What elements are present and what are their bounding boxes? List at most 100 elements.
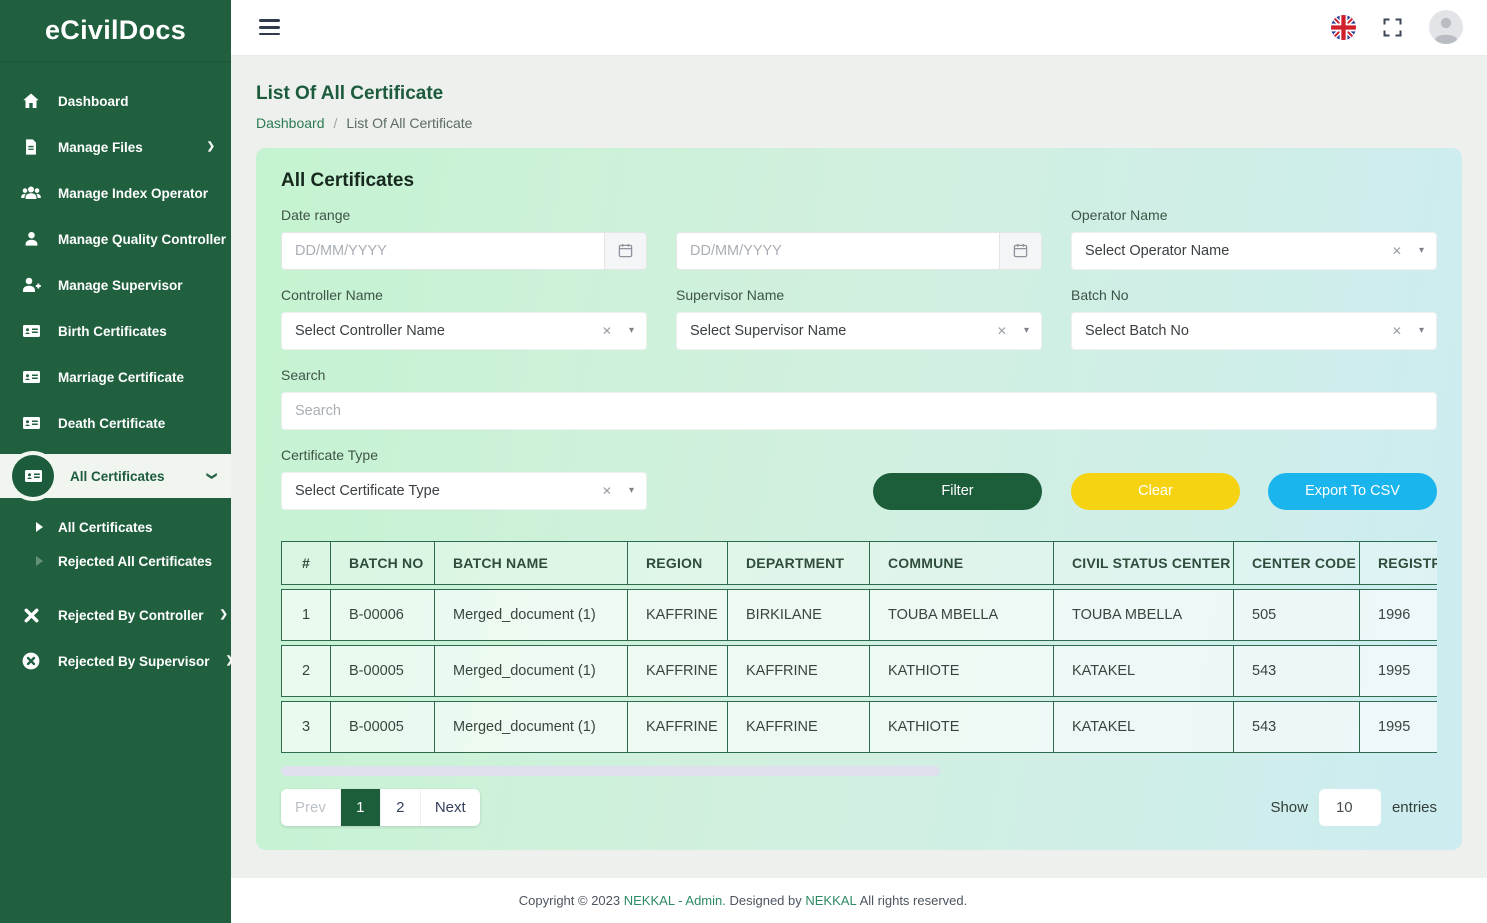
entries-label: entries — [1392, 799, 1437, 816]
pagination-page-2-button[interactable]: 2 — [381, 789, 421, 826]
table-row[interactable]: 3 B-00005 Merged_document (1) KAFFRINE K… — [281, 701, 1437, 753]
fullscreen-icon[interactable] — [1383, 18, 1402, 37]
topbar-actions — [1331, 10, 1463, 44]
table-row[interactable]: 2 B-00005 Merged_document (1) KAFFRINE K… — [281, 645, 1437, 697]
certificates-table-wrap: # BATCH NO BATCH NAME REGION DEPARTMENT … — [281, 537, 1437, 776]
date-from-field: Date range — [281, 207, 647, 270]
date-to-field — [676, 207, 1042, 270]
cell-commune: KATHIOTE — [870, 645, 1054, 697]
active-item-badge — [12, 455, 54, 497]
sidebar-item-birth-certificates[interactable]: Birth Certificates — [0, 308, 231, 354]
cell-civil-status-center: TOUBA MBELLA — [1054, 589, 1234, 641]
x-circle-icon — [20, 651, 42, 671]
dropdown-caret-icon[interactable]: ▾ — [1419, 245, 1424, 256]
clear-export-cell: Clear Export To CSV — [1071, 447, 1437, 510]
operator-name-select[interactable]: Select Operator Name ✕ ▾ — [1071, 232, 1437, 270]
sidebar-item-label: Rejected By Controller — [58, 608, 204, 623]
sidebar-item-label: Birth Certificates — [58, 324, 167, 339]
id-card-icon — [22, 466, 44, 486]
clear-button[interactable]: Clear — [1071, 473, 1240, 510]
col-header-batch-no: BATCH NO — [331, 541, 435, 585]
select-placeholder: Select Operator Name — [1085, 243, 1392, 259]
id-card-icon — [20, 321, 42, 341]
page-header: List Of All Certificate Dashboard / List… — [231, 56, 1487, 131]
cell-index: 1 — [281, 589, 331, 641]
certificate-type-select[interactable]: Select Certificate Type ✕ ▾ — [281, 472, 647, 510]
clear-selection-icon[interactable]: ✕ — [997, 324, 1007, 338]
main-area: List Of All Certificate Dashboard / List… — [231, 0, 1487, 923]
sidebar-item-manage-supervisor[interactable]: Manage Supervisor — [0, 262, 231, 308]
controller-name-select[interactable]: Select Controller Name ✕ ▾ — [281, 312, 647, 350]
sidebar-item-dashboard[interactable]: Dashboard — [0, 78, 231, 124]
cell-department: KAFFRINE — [728, 701, 870, 753]
id-card-icon — [20, 367, 42, 387]
entries-count-input[interactable] — [1319, 789, 1381, 826]
designed-by-text: Designed by — [726, 893, 806, 908]
sidebar-item-rejected-by-controller[interactable]: Rejected By Controller ❯ — [0, 592, 231, 638]
calendar-icon[interactable] — [999, 233, 1041, 269]
sidebar-item-marriage-certificate[interactable]: Marriage Certificate — [0, 354, 231, 400]
date-from-input[interactable] — [282, 233, 604, 269]
page-title: List Of All Certificate — [256, 83, 1462, 105]
arrow-right-icon — [36, 556, 43, 566]
cell-registry-year: 1996 — [1360, 589, 1437, 641]
footer: Copyright © 2023 NEKKAL - Admin. Designe… — [231, 878, 1487, 923]
language-flag-icon[interactable] — [1331, 15, 1356, 40]
date-to-input[interactable] — [677, 233, 999, 269]
select-placeholder: Select Supervisor Name — [690, 323, 997, 339]
supervisor-name-select[interactable]: Select Supervisor Name ✕ ▾ — [676, 312, 1042, 350]
dropdown-caret-icon[interactable]: ▾ — [629, 485, 634, 496]
table-row[interactable]: 1 B-00006 Merged_document (1) KAFFRINE B… — [281, 589, 1437, 641]
cell-index: 2 — [281, 645, 331, 697]
clear-selection-icon[interactable]: ✕ — [602, 484, 612, 498]
clear-selection-icon[interactable]: ✕ — [1392, 244, 1402, 258]
batch-no-select[interactable]: Select Batch No ✕ ▾ — [1071, 312, 1437, 350]
breadcrumb-dashboard-link[interactable]: Dashboard — [256, 115, 325, 131]
sidebar-item-label: Death Certificate — [58, 416, 165, 431]
supervisor-name-label: Supervisor Name — [676, 287, 1042, 303]
pagination-next-button[interactable]: Next — [421, 789, 480, 826]
sidebar-item-death-certificate[interactable]: Death Certificate — [0, 400, 231, 446]
controller-name-field: Controller Name Select Controller Name ✕… — [281, 287, 647, 350]
filter-grid: Date range Operator Name — [281, 207, 1437, 510]
calendar-icon[interactable] — [604, 233, 646, 269]
dropdown-caret-icon[interactable]: ▾ — [1419, 325, 1424, 336]
sidebar-item-manage-quality-controller[interactable]: Manage Quality Controller — [0, 216, 231, 262]
chevron-right-icon: ❯ — [207, 142, 215, 152]
sidebar-item-label: All Certificates — [70, 469, 165, 484]
export-csv-button[interactable]: Export To CSV — [1268, 473, 1437, 510]
search-input[interactable] — [281, 392, 1437, 430]
sidebar-item-manage-files[interactable]: Manage Files ❯ — [0, 124, 231, 170]
cell-region: KAFFRINE — [628, 701, 728, 753]
dropdown-caret-icon[interactable]: ▾ — [1024, 325, 1029, 336]
batch-no-label: Batch No — [1071, 287, 1437, 303]
nekkal-admin-link[interactable]: NEKKAL - Admin. — [624, 893, 726, 908]
select-placeholder: Select Certificate Type — [295, 483, 602, 499]
sidebar-item-all-certificates[interactable]: All Certificates ❯ — [0, 454, 231, 498]
rights-text: All rights reserved. — [857, 893, 968, 908]
cell-civil-status-center: KATAKEL — [1054, 701, 1234, 753]
sidebar-subitem-all-certificates[interactable]: All Certificates — [0, 510, 231, 544]
menu-toggle-button[interactable] — [257, 11, 282, 43]
dropdown-caret-icon[interactable]: ▾ — [629, 325, 634, 336]
clear-selection-icon[interactable]: ✕ — [1392, 324, 1402, 338]
breadcrumb: Dashboard / List Of All Certificate — [256, 115, 1462, 131]
sidebar-item-manage-index-operator[interactable]: Manage Index Operator — [0, 170, 231, 216]
cell-registry-year: 1995 — [1360, 701, 1437, 753]
user-avatar[interactable] — [1429, 10, 1463, 44]
clear-selection-icon[interactable]: ✕ — [602, 324, 612, 338]
pagination-prev-button[interactable]: Prev — [281, 789, 341, 826]
sidebar-item-rejected-by-supervisor[interactable]: Rejected By Supervisor ❯ — [0, 638, 231, 684]
horizontal-scrollbar-thumb[interactable] — [281, 766, 940, 776]
col-header-index: # — [281, 541, 331, 585]
sidebar-subitem-rejected-all-certificates[interactable]: Rejected All Certificates — [0, 544, 231, 578]
topbar — [231, 0, 1487, 56]
pagination-page-1-button[interactable]: 1 — [341, 789, 381, 826]
filter-button[interactable]: Filter — [873, 473, 1042, 510]
nekkal-link[interactable]: NEKKAL — [805, 893, 856, 908]
file-icon — [20, 137, 42, 157]
x-icon — [20, 606, 42, 625]
cell-department: BIRKILANE — [728, 589, 870, 641]
supervisor-name-field: Supervisor Name Select Supervisor Name ✕… — [676, 287, 1042, 350]
cell-registry-year: 1995 — [1360, 645, 1437, 697]
